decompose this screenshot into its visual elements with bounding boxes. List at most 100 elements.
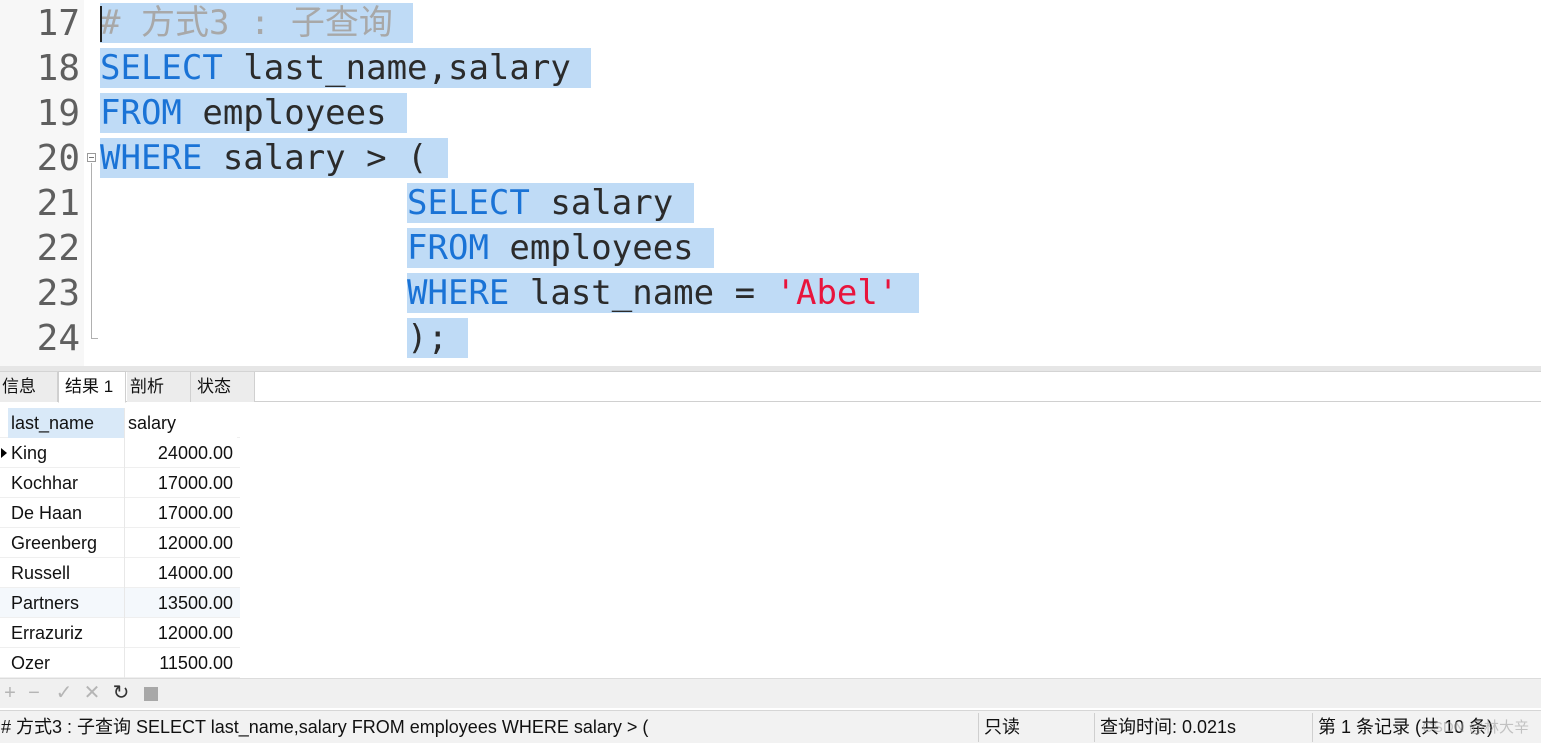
status-divider — [1312, 713, 1313, 742]
cell-last-name[interactable]: Errazuriz — [8, 618, 125, 648]
code-line[interactable]: FROM employees — [100, 226, 715, 271]
line-number-gutter: 17 18 19 20 21 22 23 24 — [0, 0, 84, 366]
fold-guide — [91, 163, 92, 338]
line-number: 21 — [36, 183, 80, 224]
cell-salary[interactable]: 17000.00 — [125, 498, 237, 528]
status-bar: # 方式3 : 子查询 SELECT last_name,salary FROM… — [0, 710, 1541, 743]
refresh-button[interactable]: ↻ — [111, 683, 131, 703]
discard-changes-button[interactable]: ✕ — [82, 683, 102, 703]
status-query-text: # 方式3 : 子查询 SELECT last_name,salary FROM… — [1, 717, 649, 737]
cell-last-name[interactable]: De Haan — [8, 498, 125, 528]
sql-token: last_name,salary — [222, 48, 592, 88]
sql-comment: # 方式3 : 子查询 — [100, 3, 393, 43]
tab-status[interactable]: 状态 — [191, 372, 255, 402]
row-marker — [0, 648, 8, 678]
cell-last-name[interactable]: Partners — [8, 588, 125, 618]
grid-header: last_name salary — [0, 408, 240, 438]
column-header-salary[interactable]: salary — [125, 408, 237, 438]
cell-last-name[interactable]: Ozer — [8, 648, 125, 678]
status-divider — [978, 713, 979, 742]
fold-guide-end — [91, 338, 98, 339]
tab-label: 状态 — [197, 377, 231, 396]
check-icon: ✓ — [55, 682, 73, 704]
table-row[interactable]: De Haan 17000.00 — [0, 498, 240, 528]
sql-editor[interactable]: 17 18 19 20 21 22 23 24 # 方式3 : 子查询 SELECT last… — [0, 0, 1541, 366]
code-line[interactable]: WHERE last_name = 'Abel' — [100, 271, 919, 316]
sql-token: ); — [407, 318, 469, 358]
sql-token — [392, 3, 414, 43]
plus-icon: + — [4, 682, 16, 704]
result-tabs: 信息 结果 1 剖析 状态 — [0, 371, 1541, 403]
tab-result-1[interactable]: 结果 1 — [58, 371, 126, 403]
line-number: 22 — [36, 228, 80, 269]
table-row[interactable]: Russell 14000.00 — [0, 558, 240, 588]
code-line[interactable]: WHERE salary > ( — [100, 136, 448, 181]
table-row[interactable]: King 24000.00 — [0, 438, 240, 468]
line-number: 19 — [36, 93, 80, 134]
cell-last-name[interactable]: Kochhar — [8, 468, 125, 498]
sql-token: last_name = — [509, 273, 776, 313]
current-row-arrow-icon — [0, 438, 8, 468]
line-number: 24 — [36, 318, 80, 359]
table-row[interactable]: Greenberg 12000.00 — [0, 528, 240, 558]
table-row[interactable]: Kochhar 17000.00 — [0, 468, 240, 498]
line-number: 23 — [36, 273, 80, 314]
sql-keyword: SELECT — [100, 48, 223, 88]
row-marker — [0, 558, 8, 588]
cell-last-name[interactable]: Greenberg — [8, 528, 125, 558]
tab-info[interactable]: 信息 — [0, 372, 58, 402]
table-row[interactable]: Errazuriz 12000.00 — [0, 618, 240, 648]
line-number: 17 — [36, 3, 80, 44]
row-marker — [0, 498, 8, 528]
cell-last-name[interactable]: Russell — [8, 558, 125, 588]
cell-salary[interactable]: 24000.00 — [125, 438, 237, 468]
code-line[interactable]: FROM employees — [100, 91, 408, 136]
cell-salary[interactable]: 17000.00 — [125, 468, 237, 498]
cell-salary[interactable]: 14000.00 — [125, 558, 237, 588]
sql-token: salary > ( — [202, 138, 448, 178]
code-line[interactable]: SELECT last_name,salary — [100, 46, 592, 91]
apply-changes-button[interactable]: ✓ — [54, 683, 74, 703]
text-cursor — [100, 6, 102, 42]
code-line[interactable]: # 方式3 : 子查询 — [100, 1, 414, 46]
cell-last-name[interactable]: King — [8, 438, 125, 468]
row-marker — [0, 618, 8, 648]
cell-salary[interactable]: 12000.00 — [125, 528, 237, 558]
cell-salary[interactable]: 12000.00 — [125, 618, 237, 648]
sql-keyword: FROM — [100, 93, 182, 133]
delete-record-button[interactable]: − — [24, 683, 44, 703]
column-header-last-name[interactable]: last_name — [8, 408, 125, 438]
grid-toolbar: + − ✓ ✕ ↻ — [0, 678, 1541, 708]
row-marker — [0, 588, 8, 618]
sql-keyword: SELECT — [407, 183, 530, 223]
sql-keyword: WHERE — [407, 273, 510, 313]
minus-icon: − — [28, 682, 40, 704]
cell-salary[interactable]: 13500.00 — [125, 588, 237, 618]
sql-token — [898, 273, 919, 313]
line-number: 18 — [36, 48, 80, 89]
status-query-time: 查询时间: 0.021s — [1100, 717, 1237, 737]
cell-salary[interactable]: 11500.00 — [125, 648, 237, 678]
status-divider — [1094, 713, 1095, 742]
table-row[interactable]: Ozer 11500.00 — [0, 648, 240, 678]
sql-keyword: WHERE — [100, 138, 203, 178]
tab-profile[interactable]: 剖析 — [127, 372, 191, 402]
fold-toggle-icon[interactable] — [87, 153, 96, 162]
stop-button[interactable] — [144, 687, 158, 701]
tab-label: 剖析 — [130, 377, 164, 396]
line-number: 20 — [36, 138, 80, 179]
table-row[interactable]: Partners 13500.00 — [0, 588, 240, 618]
refresh-icon: ↻ — [112, 682, 130, 704]
code-line[interactable]: SELECT salary — [100, 181, 694, 226]
sql-string: 'Abel' — [775, 273, 899, 313]
add-record-button[interactable]: + — [0, 683, 20, 703]
sql-token: salary — [529, 183, 694, 223]
tab-label: 信息 — [2, 377, 36, 396]
cross-icon: ✕ — [83, 682, 101, 704]
sql-token: employees — [488, 228, 715, 268]
status-mode: 只读 — [984, 717, 1020, 737]
code-line[interactable]: ); — [100, 316, 469, 361]
